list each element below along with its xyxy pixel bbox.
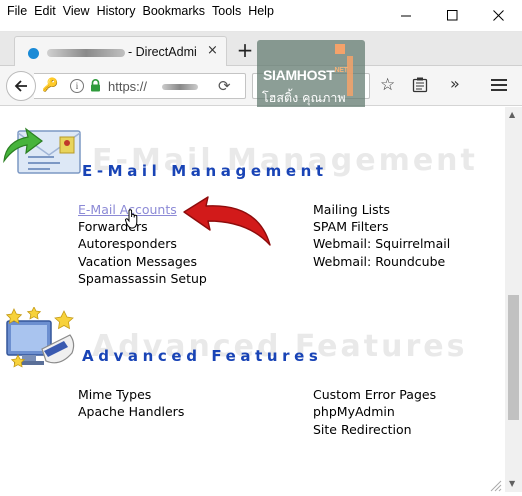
title-bar: File Edit View History Bookmarks Tools H… bbox=[0, 0, 522, 32]
email-section-title: E-Mail Management bbox=[82, 162, 328, 180]
key-icon[interactable]: 🔑 bbox=[42, 78, 58, 93]
reload-icon[interactable]: ⟳ bbox=[218, 77, 231, 95]
menu-tools[interactable]: Tools bbox=[209, 2, 245, 22]
watermark-brand-text: SIAMHOST bbox=[263, 67, 335, 83]
phpmyadmin-link[interactable]: phpMyAdmin bbox=[313, 404, 395, 419]
autoresponders-link[interactable]: Autoresponders bbox=[78, 236, 177, 251]
url-redacted bbox=[162, 84, 198, 90]
browser-tab[interactable]: - DirectAdmi × bbox=[14, 36, 227, 67]
overflow-icon[interactable]: » bbox=[450, 74, 460, 93]
menu-history[interactable]: History bbox=[94, 2, 140, 22]
webmail-squirrelmail-link[interactable]: Webmail: Squirrelmail bbox=[313, 236, 450, 251]
resize-grip-icon[interactable] bbox=[488, 478, 502, 492]
site-redirection-link[interactable]: Site Redirection bbox=[313, 422, 412, 437]
menu-view[interactable]: View bbox=[60, 2, 94, 22]
back-button[interactable] bbox=[6, 71, 36, 101]
watermark-bar bbox=[347, 56, 353, 96]
menu-edit-label: Edit bbox=[34, 4, 56, 18]
back-arrow-icon bbox=[14, 80, 27, 92]
menu-bookmarks[interactable]: Bookmarks bbox=[139, 2, 209, 22]
scroll-thumb[interactable] bbox=[508, 295, 519, 420]
hamburger-icon[interactable] bbox=[491, 78, 507, 92]
tab-title-redacted bbox=[47, 49, 125, 57]
mime-types-link[interactable]: Mime Types bbox=[78, 387, 151, 402]
menu-tools-label: Tools bbox=[212, 4, 242, 18]
apache-handlers-link[interactable]: Apache Handlers bbox=[78, 404, 184, 419]
watermark-brand: SIAMHOSTNET bbox=[263, 67, 348, 83]
scroll-down-icon[interactable]: ▼ bbox=[509, 479, 515, 488]
close-icon bbox=[492, 9, 504, 21]
watermark-tagline: โฮสติ้ง คุณภาพ bbox=[262, 90, 346, 105]
favicon-icon bbox=[28, 48, 39, 59]
menu-file[interactable]: File bbox=[4, 2, 31, 22]
star-icon[interactable]: ☆ bbox=[380, 75, 395, 95]
reader-icon[interactable] bbox=[412, 77, 428, 93]
minimize-icon bbox=[400, 15, 411, 16]
url-bar[interactable]: 🔑 i https:// ⟳ bbox=[34, 73, 246, 99]
hand-cursor-icon bbox=[125, 209, 138, 229]
mailing-lists-link[interactable]: Mailing Lists bbox=[313, 202, 390, 217]
advanced-section-title: Advanced Features bbox=[82, 347, 323, 365]
email-envelope-icon bbox=[3, 127, 81, 174]
menu-file-label: File bbox=[7, 4, 28, 18]
spam-filters-link[interactable]: SPAM Filters bbox=[313, 219, 388, 234]
advanced-features-icon bbox=[5, 307, 75, 368]
custom-error-pages-link[interactable]: Custom Error Pages bbox=[313, 387, 436, 402]
tab-close-icon[interactable]: × bbox=[207, 43, 218, 58]
vacation-messages-link[interactable]: Vacation Messages bbox=[78, 254, 197, 269]
maximize-button[interactable] bbox=[429, 0, 475, 30]
red-curved-arrow-icon bbox=[183, 196, 271, 246]
menu-help-label: Help bbox=[248, 4, 274, 18]
close-window-button[interactable] bbox=[475, 0, 521, 30]
menu-bar: File Edit View History Bookmarks Tools H… bbox=[4, 2, 278, 22]
vertical-scrollbar[interactable]: ▲ ▼ bbox=[505, 107, 522, 492]
page-content: E-Mail Management E-Mail Management E-Ma… bbox=[0, 107, 505, 492]
scroll-up-icon[interactable]: ▲ bbox=[509, 110, 515, 119]
info-icon[interactable]: i bbox=[70, 79, 84, 93]
menu-bookmarks-label: Bookmarks bbox=[142, 4, 206, 18]
menu-edit[interactable]: Edit bbox=[31, 2, 60, 22]
watermark-square bbox=[335, 44, 345, 54]
watermark-brand-sup: NET bbox=[334, 67, 348, 74]
tab-title: - DirectAdmi bbox=[128, 45, 197, 59]
lock-icon[interactable] bbox=[90, 79, 101, 92]
webmail-roundcube-link[interactable]: Webmail: Roundcube bbox=[313, 254, 445, 269]
menu-history-label: History bbox=[96, 4, 136, 18]
maximize-icon bbox=[446, 9, 457, 20]
menu-help[interactable]: Help bbox=[245, 2, 278, 22]
url-text: https:// bbox=[108, 79, 148, 94]
spamassassin-setup-link[interactable]: Spamassassin Setup bbox=[78, 271, 207, 286]
new-tab-button[interactable]: + bbox=[233, 38, 257, 62]
menu-view-label: View bbox=[62, 4, 90, 18]
minimize-button[interactable] bbox=[383, 0, 429, 30]
